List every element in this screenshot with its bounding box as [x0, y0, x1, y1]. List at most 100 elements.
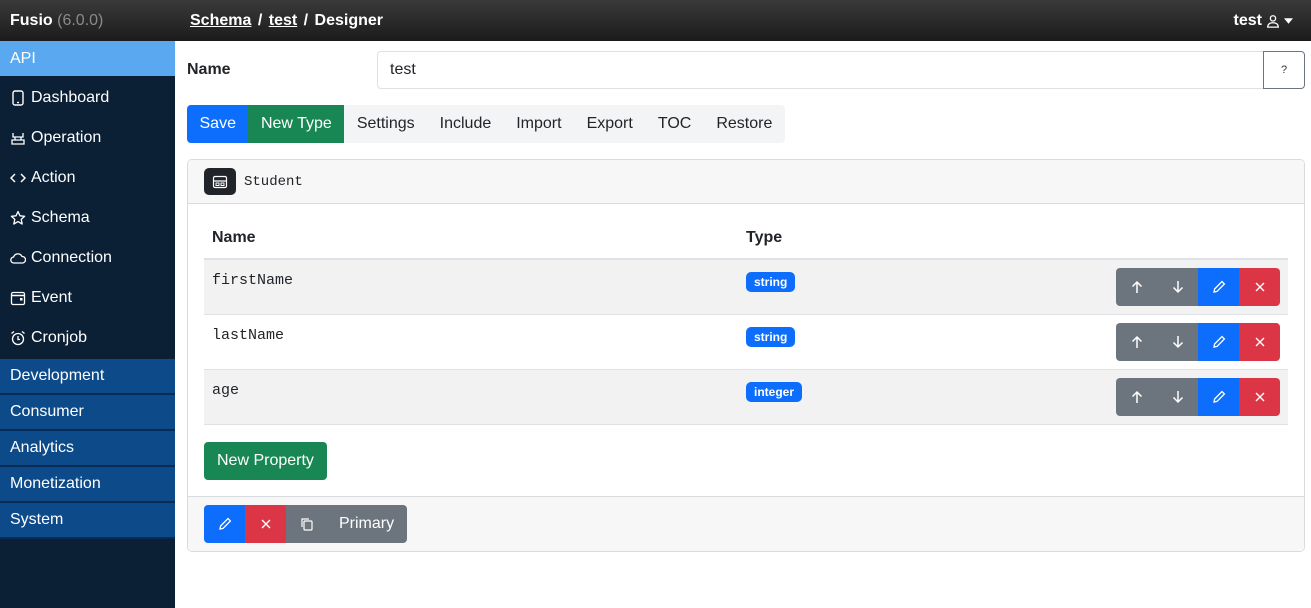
- help-button[interactable]: ?: [1263, 51, 1305, 89]
- table-header: Name Type: [204, 218, 1288, 260]
- sidebar-group-analytics[interactable]: Analytics: [0, 431, 175, 467]
- tablet-icon: [5, 90, 31, 106]
- copy-type-button[interactable]: [286, 505, 327, 543]
- type-card: Student Name Type firstName string lastN…: [187, 159, 1305, 552]
- property-type-cell: integer: [746, 370, 1116, 402]
- property-type-cell: string: [746, 260, 1116, 292]
- property-name: lastName: [212, 327, 285, 344]
- top-navbar: Fusio (6.0.0) Schema / test / Designer t…: [0, 0, 1311, 41]
- row-actions: [1116, 268, 1280, 306]
- edit-property-button[interactable]: [1198, 323, 1239, 361]
- sidebar-item-label: Event: [31, 289, 72, 306]
- edit-property-button[interactable]: [1198, 268, 1239, 306]
- main-content: Name ? Save New Type Settings Include Im…: [175, 41, 1311, 608]
- table-row: firstName string: [204, 260, 1288, 315]
- move-down-button[interactable]: [1157, 268, 1198, 306]
- settings-button[interactable]: Settings: [344, 105, 427, 143]
- sidebar-item-schema[interactable]: Schema: [0, 198, 175, 238]
- delete-property-button[interactable]: [1239, 323, 1280, 361]
- sidebar-item-label: Operation: [31, 129, 102, 146]
- sidebar-group-label: API: [10, 49, 36, 67]
- pencil-icon: [218, 517, 231, 530]
- breadcrumb-schema-link[interactable]: Schema: [190, 12, 251, 29]
- schema-name-input[interactable]: [377, 51, 1264, 89]
- sidebar-item-action[interactable]: Action: [0, 158, 175, 198]
- sidebar-item-event[interactable]: Event: [0, 278, 175, 318]
- sidebar-item-operation[interactable]: Operation: [0, 118, 175, 158]
- pencil-icon: [1212, 390, 1225, 403]
- toc-button[interactable]: TOC: [645, 105, 703, 143]
- export-button[interactable]: Export: [574, 105, 645, 143]
- delete-type-button[interactable]: [245, 505, 286, 543]
- table-row: age integer: [204, 370, 1288, 425]
- sidebar-group-api[interactable]: API: [0, 41, 175, 76]
- breadcrumb-separator: /: [303, 11, 309, 29]
- sidebar-item-dashboard[interactable]: Dashboard: [0, 78, 175, 118]
- move-down-button[interactable]: [1157, 323, 1198, 361]
- primary-type-button[interactable]: Primary: [327, 505, 408, 543]
- sidebar-item-label: Action: [31, 169, 76, 186]
- type-badge[interactable]: string: [746, 327, 796, 347]
- row-actions: [1116, 378, 1280, 416]
- pencil-icon: [1212, 280, 1225, 293]
- include-button[interactable]: Include: [427, 105, 504, 143]
- import-button[interactable]: Import: [504, 105, 574, 143]
- sidebar-group-system[interactable]: System: [0, 503, 175, 539]
- move-up-button[interactable]: [1116, 323, 1157, 361]
- type-card-header: Student: [188, 160, 1304, 204]
- sidebar-item-connection[interactable]: Connection: [0, 238, 175, 278]
- row-actions: [1116, 323, 1280, 361]
- app-brand[interactable]: Fusio (6.0.0): [0, 12, 175, 30]
- table-row: lastName string: [204, 315, 1288, 370]
- move-down-button[interactable]: [1157, 378, 1198, 416]
- sidebar-submenu: Dashboard Operation Action Schema Connec…: [0, 76, 175, 359]
- new-property-button[interactable]: New Property: [204, 442, 327, 480]
- breadcrumb-separator: /: [257, 11, 263, 29]
- save-button[interactable]: Save: [187, 105, 249, 143]
- sidebar-group-monetization[interactable]: Monetization: [0, 467, 175, 503]
- app-version: (6.0.0): [57, 11, 104, 29]
- type-badge[interactable]: string: [746, 272, 796, 292]
- calendar-icon: [5, 290, 31, 306]
- type-actions: Primary: [204, 505, 408, 543]
- schema-name-row: Name ?: [187, 51, 1305, 89]
- code-icon: [5, 172, 31, 184]
- app-name: Fusio: [10, 11, 53, 29]
- pencil-icon: [1212, 335, 1225, 348]
- new-type-button[interactable]: New Type: [248, 105, 345, 143]
- type-card-footer: Primary: [188, 496, 1304, 551]
- close-icon: [1255, 392, 1264, 402]
- delete-property-button[interactable]: [1239, 268, 1280, 306]
- property-name: age: [212, 382, 240, 399]
- move-up-button[interactable]: [1116, 378, 1157, 416]
- sidebar-group-development[interactable]: Development: [0, 359, 175, 395]
- designer-toolbar: Save New Type Settings Include Import Ex…: [187, 105, 785, 143]
- sidebar-group-label: Consumer: [10, 403, 84, 420]
- cable-icon: [5, 130, 31, 146]
- sidebar: API Dashboard Operation Action Schema Co…: [0, 41, 175, 608]
- sidebar-group-consumer[interactable]: Consumer: [0, 395, 175, 431]
- sidebar-item-label: Connection: [31, 249, 112, 266]
- type-badge[interactable]: integer: [746, 382, 803, 402]
- sidebar-group-label: Analytics: [10, 439, 75, 456]
- delete-property-button[interactable]: [1239, 378, 1280, 416]
- breadcrumb-item-link[interactable]: test: [269, 12, 297, 29]
- restore-button[interactable]: Restore: [704, 105, 785, 143]
- star-icon: [5, 210, 31, 226]
- sidebar-group-label: Monetization: [10, 475, 101, 492]
- struct-icon: [204, 168, 236, 195]
- user-menu[interactable]: test: [1234, 12, 1311, 30]
- close-icon: [1255, 337, 1264, 347]
- breadcrumb: Schema / test / Designer: [175, 12, 1234, 30]
- cloud-icon: [5, 252, 31, 264]
- arrow-down-icon: [1172, 336, 1183, 349]
- properties-table: Name Type firstName string lastName stri…: [204, 218, 1288, 425]
- edit-type-button[interactable]: [204, 505, 245, 543]
- column-header-type: Type: [746, 229, 783, 246]
- sidebar-group-label: Development: [10, 367, 105, 384]
- sidebar-item-cronjob[interactable]: Cronjob: [0, 318, 175, 358]
- alarm-icon: [5, 330, 31, 346]
- user-name: test: [1233, 11, 1262, 29]
- move-up-button[interactable]: [1116, 268, 1157, 306]
- edit-property-button[interactable]: [1198, 378, 1239, 416]
